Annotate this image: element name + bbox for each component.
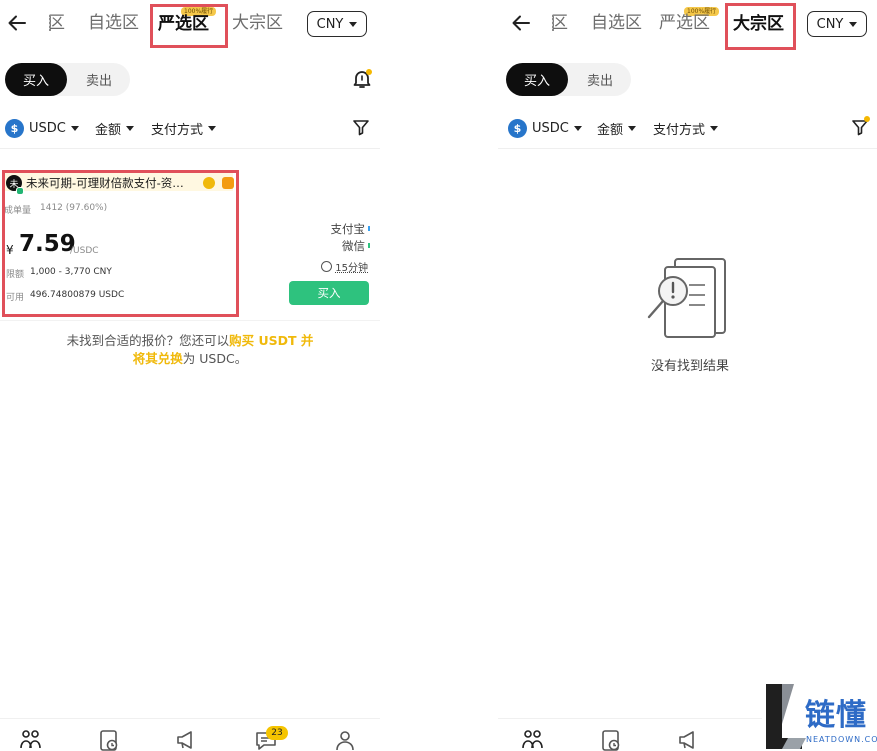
buy-usdt-link[interactable]: 购买 USDT 并 — [229, 333, 313, 348]
usdc-coin-icon: $ — [508, 118, 527, 138]
usdc-coin-icon: $ — [5, 118, 24, 138]
payment-alipay: 支付宝 — [330, 222, 366, 236]
chevron-down-icon — [573, 125, 582, 131]
amount-filter[interactable]: 金额 — [597, 116, 637, 140]
announcement-icon[interactable] — [174, 728, 198, 751]
wechat-color-bar — [368, 243, 370, 248]
chevron-down-icon — [70, 125, 79, 131]
p2p-icon[interactable] — [18, 728, 42, 751]
no-offer-note: 未找到合适的报价？您还可以购买 USDT 并 将其兑换为 USDC。 — [40, 332, 340, 368]
payment-time-value: 15分钟 — [335, 263, 368, 274]
watermark-title: 链懂 — [805, 698, 867, 733]
empty-state-text: 没有找到结果 — [650, 359, 729, 374]
screen-gutter — [380, 0, 498, 751]
tab-scroll-fade — [552, 15, 556, 31]
profile-icon[interactable] — [333, 728, 357, 751]
currency-selector[interactable]: CNY — [807, 11, 867, 37]
chevron-down-icon — [849, 21, 858, 27]
currency-label: CNY — [316, 16, 344, 32]
filter-divider — [498, 148, 877, 149]
chevron-down-icon — [349, 21, 358, 27]
filter-icon[interactable] — [352, 118, 370, 136]
tab-watchlist-zone[interactable]: 自选区 — [88, 10, 139, 36]
right-screen: 区 自选区 100%履行 严选区 大宗区 CNY 买入 卖出 $ USDC 金额… — [498, 0, 877, 751]
buy-tab[interactable]: 买入 — [506, 63, 568, 96]
currency-selector[interactable]: CNY — [307, 11, 367, 37]
back-arrow-icon[interactable] — [510, 12, 532, 34]
buy-button[interactable]: 买入 — [289, 281, 369, 305]
announcement-icon[interactable] — [676, 728, 700, 751]
filter-divider — [0, 148, 380, 149]
payment-filter[interactable]: 支付方式 — [653, 116, 719, 140]
p2p-icon[interactable] — [520, 728, 544, 751]
orders-icon[interactable] — [97, 728, 121, 751]
note-prefix: 未找到合适的报价？您还可以 — [66, 333, 230, 348]
highlight-box-tab — [725, 3, 796, 50]
payment-filter[interactable]: 支付方式 — [151, 116, 217, 140]
note-suffix: 为 USDC。 — [182, 351, 248, 366]
payment-filter-label: 支付方式 — [151, 122, 204, 138]
left-screen: 区 自选区 100%履行 严选区 大宗区 CNY 买入 卖出 $ USDC 金额… — [0, 0, 380, 751]
chevron-down-icon — [628, 125, 637, 131]
clock-icon — [321, 261, 333, 272]
buy-tab[interactable]: 买入 — [5, 63, 67, 96]
payment-time: 15分钟 — [321, 259, 368, 274]
tab-bulk-zone[interactable]: 大宗区 — [232, 10, 283, 36]
watermark-subtitle: NEATDOWN.COM — [806, 735, 877, 744]
orders-icon[interactable] — [599, 728, 623, 751]
coin-filter[interactable]: $ USDC — [508, 116, 582, 140]
filter-bar: $ USDC 金额 支付方式 — [508, 116, 870, 140]
filter-bar: $ USDC 金额 支付方式 — [5, 116, 370, 140]
tab-strict-zone[interactable]: 严选区 — [659, 10, 710, 36]
amount-filter-label: 金额 — [95, 122, 122, 138]
sell-tab[interactable]: 卖出 — [569, 63, 631, 96]
chat-unread-badge: 23 — [266, 726, 288, 740]
no-results-icon — [647, 258, 726, 338]
payment-filter-label: 支付方式 — [653, 122, 706, 138]
coin-filter-label: USDC — [532, 120, 569, 136]
amount-filter[interactable]: 金额 — [95, 116, 135, 140]
chevron-down-icon — [126, 125, 135, 131]
notification-dot — [366, 69, 372, 75]
coin-filter-label: USDC — [29, 120, 66, 136]
highlight-box-card — [2, 170, 239, 317]
tab-watchlist-zone[interactable]: 自选区 — [591, 10, 642, 36]
chevron-down-icon — [710, 125, 719, 131]
coin-filter[interactable]: $ USDC — [5, 116, 79, 140]
card-divider — [0, 320, 380, 321]
filter-active-dot — [864, 116, 870, 122]
tab-scroll-fade — [49, 15, 53, 31]
chevron-down-icon — [208, 125, 217, 131]
currency-label: CNY — [816, 16, 844, 32]
buy-sell-toggle: 买入 卖出 — [506, 63, 631, 96]
payment-wechat: 微信 — [342, 239, 365, 253]
convert-link[interactable]: 将其兑换 — [133, 351, 183, 366]
sell-tab[interactable]: 卖出 — [68, 63, 130, 96]
bottom-nav: 23 — [0, 718, 380, 751]
back-arrow-icon[interactable] — [6, 12, 28, 34]
buy-sell-toggle: 买入 卖出 — [5, 63, 130, 96]
amount-filter-label: 金额 — [597, 122, 624, 138]
alipay-color-bar — [368, 226, 370, 231]
highlight-box-tab — [150, 4, 228, 48]
